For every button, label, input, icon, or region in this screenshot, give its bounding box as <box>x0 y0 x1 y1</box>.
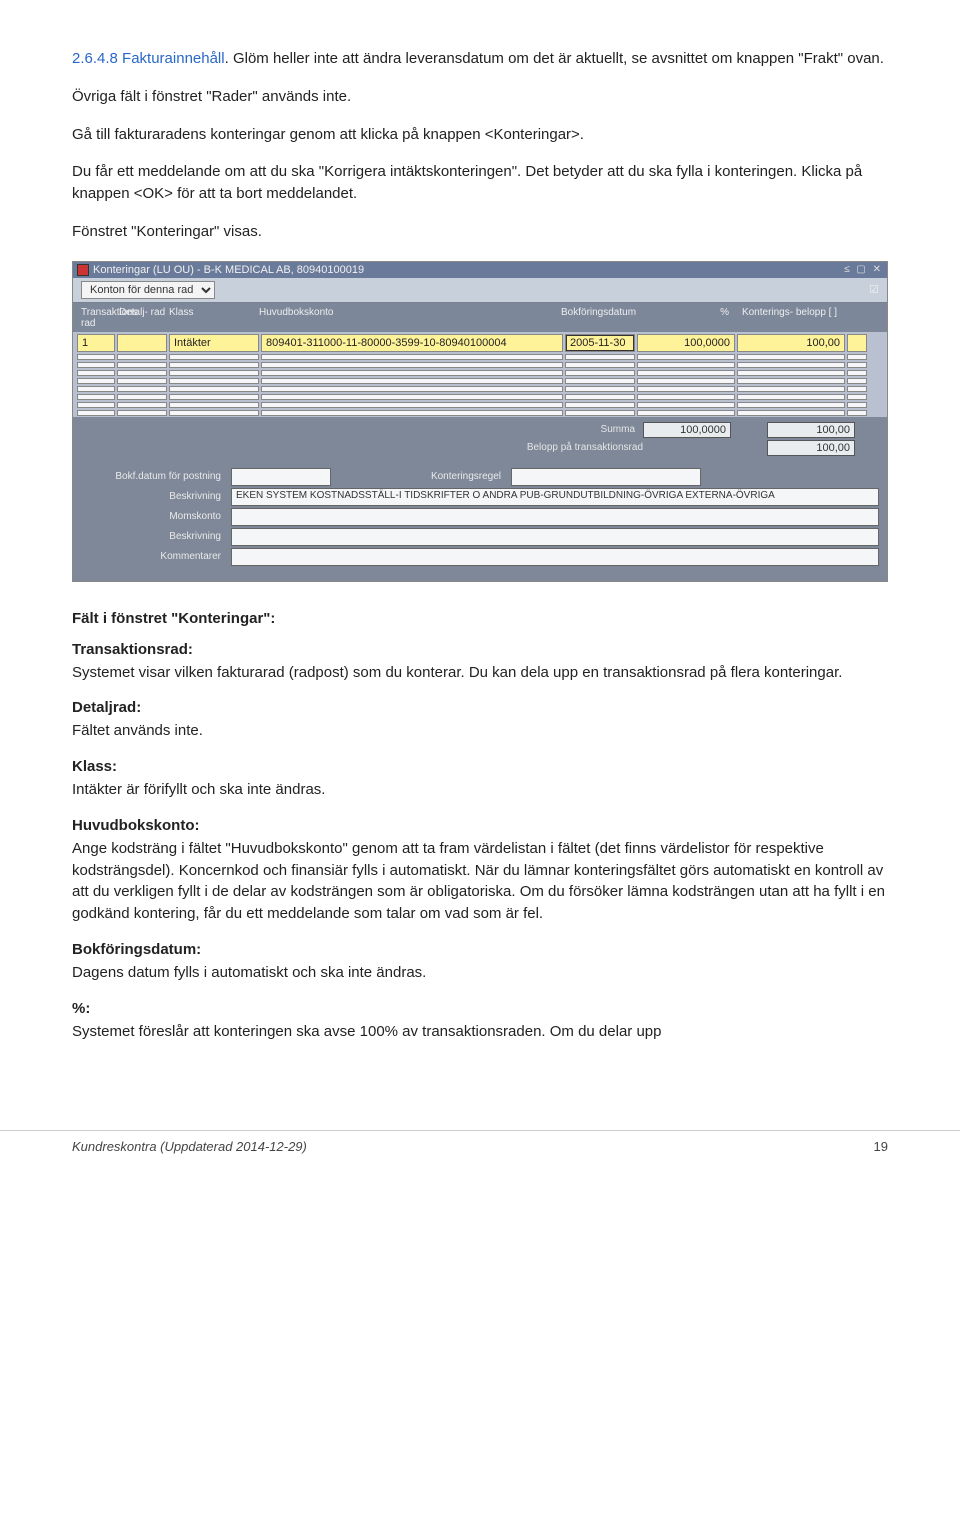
label-beskrivning: Beskrivning <box>81 491 225 502</box>
table-row[interactable]: 1 Intäkter 809401-311000-11-80000-3599-1… <box>73 333 887 353</box>
col-procent: % <box>631 307 729 329</box>
label-beskrivning2: Beskrivning <box>81 531 225 542</box>
window-titlebar: Konteringar (LU OU) - B-K MEDICAL AB, 80… <box>73 262 887 278</box>
value-summa-pct: 100,0000 <box>643 422 731 438</box>
table-row[interactable] <box>73 385 887 393</box>
cell-belopp[interactable]: 100,00 <box>737 334 845 352</box>
cell-procent[interactable]: 100,0000 <box>637 334 735 352</box>
label-belopp-transaktionsrad: Belopp på transaktionsrad <box>527 442 649 453</box>
table-row[interactable] <box>73 353 887 361</box>
sub-procent: %: <box>72 1000 888 1017</box>
cell-klass[interactable]: Intäkter <box>169 334 259 352</box>
text-bokforingsdatum: Dagens datum fylls i automatiskt och ska… <box>72 962 888 984</box>
text-transaktionsrad: Systemet visar vilken fakturarad (radpos… <box>72 662 888 684</box>
table-row[interactable] <box>73 369 887 377</box>
table-row[interactable] <box>73 409 887 417</box>
text-procent: Systemet föreslår att konteringen ska av… <box>72 1021 888 1043</box>
label-kommentarer: Kommentarer <box>81 551 225 562</box>
field-beskrivning[interactable]: EKEN SYSTEM KOSTNADSSTÄLL-I TIDSKRIFTER … <box>231 488 879 506</box>
cell-huvudbokskonto[interactable]: 809401-311000-11-80000-3599-10-809401000… <box>261 334 563 352</box>
paragraph-intro-3: Gå till fakturaradens konteringar genom … <box>72 124 888 146</box>
table-row[interactable] <box>73 393 887 401</box>
app-icon <box>77 264 89 276</box>
col-transaktionsrad: Transaktions rad <box>81 307 119 329</box>
section-link[interactable]: 2.6.4.8 Fakturainnehåll <box>72 50 225 67</box>
paragraph-intro-4: Du får ett meddelande om att du ska "Kor… <box>72 161 888 205</box>
field-kommentarer[interactable] <box>231 548 879 566</box>
sub-transaktionsrad: Transaktionsrad: <box>72 641 888 658</box>
sub-huvudbokskonto: Huvudbokskonto: <box>72 817 888 834</box>
field-beskrivning2[interactable] <box>231 528 879 546</box>
table-row[interactable] <box>73 401 887 409</box>
sub-klass: Klass: <box>72 758 888 775</box>
label-konteringsregel: Konteringsregel <box>397 471 505 482</box>
grid-summary: Summa 100,0000 100,00 Belopp på transakt… <box>73 417 887 461</box>
value-belopp-transaktionsrad: 100,00 <box>767 440 855 456</box>
grid-header: Transaktions rad Detalj- rad Klass Huvud… <box>73 303 887 332</box>
label-bokfdatum-postning: Bokf.datum för postning <box>81 471 225 482</box>
fields-heading: Fält i fönstret "Konteringar": <box>72 610 888 627</box>
col-detaljrad: Detalj- rad <box>119 307 169 329</box>
field-bokfdatum-postning[interactable] <box>231 468 331 486</box>
footer-page-number: 19 <box>874 1139 888 1154</box>
col-huvudbokskonto: Huvudbokskonto <box>259 307 561 329</box>
field-momskonto[interactable] <box>231 508 879 526</box>
paragraph-intro-5: Fönstret "Konteringar" visas. <box>72 221 888 243</box>
grid-body: 1 Intäkter 809401-311000-11-80000-3599-1… <box>73 332 887 417</box>
table-row[interactable] <box>73 361 887 369</box>
cell-trad[interactable]: 1 <box>77 334 115 352</box>
toolbar-checkbox[interactable]: ☑ <box>869 283 879 296</box>
window-controls[interactable]: ≤ ▢ ✕ <box>844 264 883 275</box>
page-footer: Kundreskontra (Uppdaterad 2014-12-29) 19 <box>0 1130 960 1174</box>
paragraph-intro-1-text: . Glöm heller inte att ändra leveransdat… <box>225 50 884 67</box>
konteringar-window: Konteringar (LU OU) - B-K MEDICAL AB, 80… <box>72 261 888 582</box>
konton-dropdown[interactable]: Konton för denna rad <box>81 281 215 299</box>
value-summa-belopp: 100,00 <box>767 422 855 438</box>
table-row[interactable] <box>73 377 887 385</box>
paragraph-intro-2: Övriga fält i fönstret "Rader" används i… <box>72 86 888 108</box>
col-konteringsbelopp: Konterings- belopp [ ] <box>729 307 837 329</box>
sub-bokforingsdatum: Bokföringsdatum: <box>72 941 888 958</box>
text-klass: Intäkter är förifyllt och ska inte ändra… <box>72 779 888 801</box>
text-detaljrad: Fältet används inte. <box>72 720 888 742</box>
cell-detalj[interactable] <box>117 334 167 352</box>
footer-doc-title: Kundreskontra (Uppdaterad 2014-12-29) <box>72 1139 307 1154</box>
sub-detaljrad: Detaljrad: <box>72 699 888 716</box>
paragraph-intro-1: 2.6.4.8 Fakturainnehåll. Glöm heller int… <box>72 48 888 70</box>
label-summa: Summa <box>601 424 641 435</box>
cell-trailing[interactable] <box>847 334 867 352</box>
cell-bokforingsdatum[interactable]: 2005-11-30 <box>565 334 635 352</box>
window-title: Konteringar (LU OU) - B-K MEDICAL AB, 80… <box>93 264 364 276</box>
label-momskonto: Momskonto <box>81 511 225 522</box>
col-bokforingsdatum: Bokföringsdatum <box>561 307 631 329</box>
field-konteringsregel[interactable] <box>511 468 701 486</box>
toolbar-row: Konton för denna rad ☑ <box>73 278 887 303</box>
col-klass: Klass <box>169 307 259 329</box>
detail-panel: Bokf.datum för postning Konteringsregel … <box>73 461 887 581</box>
text-huvudbokskonto: Ange kodsträng i fältet "Huvudbokskonto"… <box>72 838 888 925</box>
